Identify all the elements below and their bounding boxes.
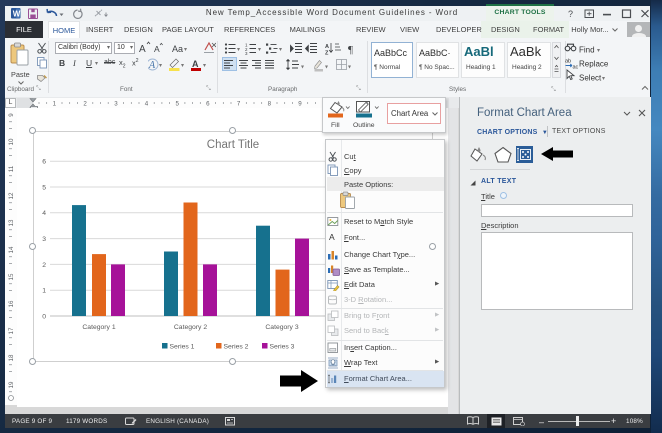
svg-text:9: 9 xyxy=(298,101,302,108)
svg-text:A: A xyxy=(325,44,329,50)
svg-text:1: 1 xyxy=(42,288,46,295)
svg-text:7: 7 xyxy=(237,101,241,108)
svg-text:Category 2: Category 2 xyxy=(174,324,207,331)
svg-text:12: 12 xyxy=(8,192,15,199)
svg-text:11: 11 xyxy=(8,165,15,172)
svg-text:A: A xyxy=(192,59,199,69)
svg-text:Z: Z xyxy=(325,51,329,57)
svg-text:Aa: Aa xyxy=(172,44,183,54)
svg-text:¶: ¶ xyxy=(348,44,353,56)
svg-text:6: 6 xyxy=(206,101,210,108)
svg-text:13: 13 xyxy=(8,219,15,226)
svg-text:▾: ▾ xyxy=(325,65,328,71)
svg-text:3: 3 xyxy=(114,101,118,108)
svg-text:▾: ▾ xyxy=(203,63,206,69)
svg-text:5: 5 xyxy=(42,184,46,191)
svg-text:ab: ab xyxy=(565,59,571,65)
svg-text:3: 3 xyxy=(42,236,46,243)
svg-text:16: 16 xyxy=(8,300,15,307)
svg-text:Category 3: Category 3 xyxy=(265,324,298,331)
svg-text:8: 8 xyxy=(268,101,272,108)
svg-text:Replace: Replace xyxy=(579,60,609,69)
svg-text:Find: Find xyxy=(579,46,595,55)
svg-text:5: 5 xyxy=(175,101,179,108)
svg-text:ac: ac xyxy=(573,65,579,71)
svg-text:15: 15 xyxy=(8,273,15,280)
svg-text:▾: ▾ xyxy=(301,65,304,71)
svg-text:▾: ▾ xyxy=(237,47,240,53)
svg-text:Series 3: Series 3 xyxy=(270,344,295,351)
svg-text:?: ? xyxy=(568,9,573,19)
svg-text:4: 4 xyxy=(42,210,46,217)
svg-text:Category 1: Category 1 xyxy=(82,324,115,331)
svg-text:▾: ▾ xyxy=(348,65,351,71)
svg-text:▾: ▾ xyxy=(159,63,162,69)
svg-text:▾: ▾ xyxy=(597,48,600,54)
svg-text:4: 4 xyxy=(145,101,149,108)
svg-text:Series 2: Series 2 xyxy=(224,344,249,351)
svg-text:6: 6 xyxy=(42,159,46,166)
svg-text:0: 0 xyxy=(42,313,46,320)
svg-text:18: 18 xyxy=(8,354,15,361)
svg-text:19: 19 xyxy=(8,381,15,388)
svg-text:A: A xyxy=(154,44,160,54)
svg-text:3: 3 xyxy=(245,51,248,56)
svg-text:9: 9 xyxy=(8,113,15,117)
svg-text:▾: ▾ xyxy=(602,76,605,82)
svg-text:▾: ▾ xyxy=(184,47,187,53)
svg-text:▾: ▾ xyxy=(279,47,282,53)
svg-text:▾: ▾ xyxy=(181,63,184,69)
svg-text:W: W xyxy=(13,10,21,19)
svg-text:10: 10 xyxy=(8,138,15,145)
svg-text:Series 1: Series 1 xyxy=(170,344,195,351)
svg-text:1: 1 xyxy=(53,101,57,108)
svg-text:14: 14 xyxy=(8,246,15,253)
svg-text:▾: ▾ xyxy=(258,47,261,53)
svg-text:2: 2 xyxy=(42,262,46,269)
svg-text:A: A xyxy=(139,44,146,55)
svg-text:Select: Select xyxy=(579,74,602,83)
svg-text:17: 17 xyxy=(8,327,15,334)
svg-text:2: 2 xyxy=(83,101,87,108)
